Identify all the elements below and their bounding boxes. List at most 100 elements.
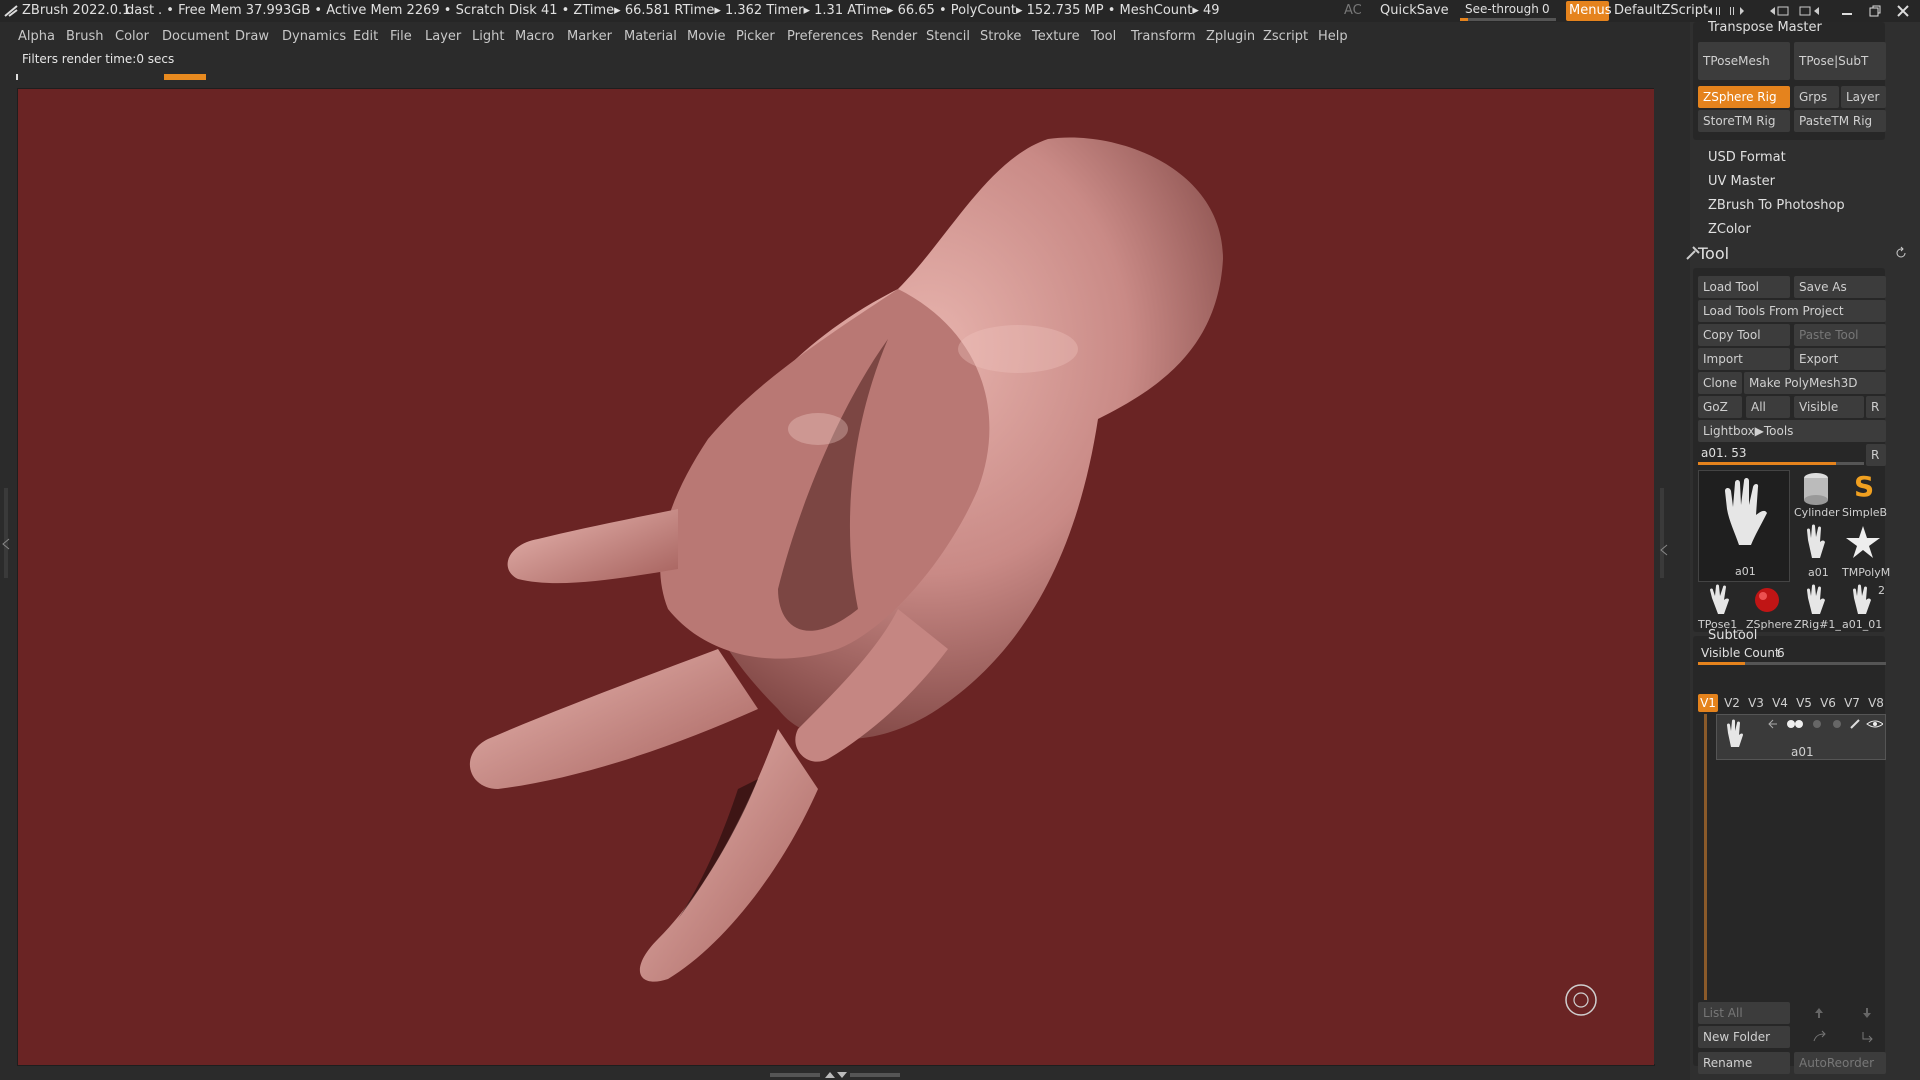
menu-zplugin[interactable]: Zplugin [1206,29,1255,44]
menu-movie[interactable]: Movie [687,29,725,44]
subtool-title[interactable]: Subtool [1708,628,1757,643]
layer-button[interactable]: Layer [1841,86,1886,108]
menu-file[interactable]: File [390,29,412,44]
plugin-uv-master[interactable]: UV Master [1708,174,1775,189]
menu-render[interactable]: Render [871,29,917,44]
tab-v1[interactable]: V1 [1698,694,1718,712]
menu-layer[interactable]: Layer [425,29,461,44]
left-expand-icon[interactable] [2,538,10,550]
tab-v7[interactable]: V7 [1842,694,1862,712]
autoreorder-button[interactable]: AutoReorder [1794,1052,1886,1074]
window-layout-icon[interactable] [1798,4,1822,18]
load-tool-button[interactable]: Load Tool [1698,276,1790,298]
menu-macro[interactable]: Macro [515,29,554,44]
save-as-button[interactable]: Save As [1794,276,1886,298]
thumb-tmpolymesh[interactable]: TMPolyM [1840,522,1890,582]
bottom-tray-handle[interactable] [770,1071,900,1078]
plugin-zcolor[interactable]: ZColor [1708,222,1751,237]
menu-edit[interactable]: Edit [353,29,378,44]
thumb-zrig[interactable]: ZRig#1_ [1794,584,1841,632]
menu-light[interactable]: Light [472,29,504,44]
tool-title[interactable]: Tool [1698,244,1729,263]
viewport-canvas[interactable] [17,88,1655,1066]
tposemesh-button[interactable]: TPoseMesh [1698,42,1790,80]
subtool-icons[interactable] [1767,717,1883,731]
tpose-subt-button[interactable]: TPose|SubT [1794,42,1886,80]
menus-toggle[interactable]: Menus [1566,1,1611,21]
thumb-simpleb[interactable]: S SimpleB [1840,470,1887,522]
move-down-icon[interactable] [1860,1006,1874,1020]
menu-alpha[interactable]: Alpha [18,29,55,44]
list-all-button[interactable]: List All [1698,1002,1790,1024]
menu-color[interactable]: Color [115,29,149,44]
arrow-left-icon[interactable] [1768,4,1792,18]
plugin-usd-format[interactable]: USD Format [1708,150,1786,165]
menu-zscript[interactable]: Zscript [1263,29,1308,44]
subtool-scrollbar[interactable] [1704,714,1707,1000]
move-up-icon[interactable] [1812,1006,1826,1020]
zsphere-rig-button[interactable]: ZSphere Rig [1698,86,1790,108]
default-zscript-button[interactable]: DefaultZScript [1614,3,1708,18]
plugin-zbrush-to-photoshop[interactable]: ZBrush To Photoshop [1708,198,1845,213]
tab-v3[interactable]: V3 [1746,694,1766,712]
close-icon[interactable] [1896,4,1910,18]
right-tray-handle[interactable] [1660,488,1664,578]
menu-transform[interactable]: Transform [1131,29,1196,44]
menu-dynamics[interactable]: Dynamics [282,29,346,44]
tab-v6[interactable]: V6 [1818,694,1838,712]
layout-arrows-icon[interactable] [1706,4,1750,18]
tab-v5[interactable]: V5 [1794,694,1814,712]
visible-count-slider[interactable]: Visible Count 6 [1698,644,1886,666]
import-button[interactable]: Import [1698,348,1790,370]
left-tray-handle[interactable] [4,488,8,578]
tool-slider[interactable]: a01. 53 [1698,444,1864,466]
minimize-icon[interactable] [1840,4,1854,18]
menu-picker[interactable]: Picker [736,29,775,44]
goz-r-button[interactable]: R [1866,396,1886,418]
goz-visible-button[interactable]: Visible [1794,396,1864,418]
menu-stroke[interactable]: Stroke [980,29,1021,44]
thumb-a01-main[interactable]: a01 [1698,470,1790,582]
menu-tool[interactable]: Tool [1091,29,1116,44]
thumb-a01-small[interactable]: a01 [1794,522,1838,582]
lightbox-tools-button[interactable]: Lightbox▶Tools [1698,420,1886,442]
menu-help[interactable]: Help [1318,29,1348,44]
quicksave-button[interactable]: QuickSave [1380,3,1449,18]
menu-document[interactable]: Document [162,29,229,44]
storetm-rig-button[interactable]: StoreTM Rig [1698,110,1790,132]
export-button[interactable]: Export [1794,348,1886,370]
floor-grid-icon[interactable] [1564,983,1598,1017]
folder-move-icon[interactable] [1812,1030,1828,1044]
subtool-item-a01[interactable]: a01 [1716,714,1886,760]
menu-texture[interactable]: Texture [1032,29,1080,44]
goz-all-button[interactable]: All [1746,396,1790,418]
reset-icon[interactable] [1894,246,1908,260]
tab-v2[interactable]: V2 [1722,694,1742,712]
tab-v8[interactable]: V8 [1866,694,1886,712]
menu-brush[interactable]: Brush [66,29,104,44]
paste-tool-button[interactable]: Paste Tool [1794,324,1886,346]
pastetm-rig-button[interactable]: PasteTM Rig [1794,110,1886,132]
new-folder-button[interactable]: New Folder [1698,1026,1790,1048]
thumb-cylinder[interactable]: Cylinder [1794,470,1840,522]
load-tools-from-project-button[interactable]: Load Tools From Project [1698,300,1886,322]
tool-slider-r-button[interactable]: R [1866,444,1886,466]
folder-out-icon[interactable] [1860,1030,1876,1044]
tab-v4[interactable]: V4 [1770,694,1790,712]
see-through-slider[interactable]: See-through 0 [1460,1,1556,21]
thumb-tpose1[interactable]: TPose1_ [1698,584,1743,632]
copy-tool-button[interactable]: Copy Tool [1698,324,1790,346]
maximize-icon[interactable] [1868,4,1882,18]
menu-draw[interactable]: Draw [235,29,269,44]
menu-stencil[interactable]: Stencil [926,29,970,44]
right-expand-icon[interactable] [1660,544,1668,556]
make-polymesh3d-button[interactable]: Make PolyMesh3D [1744,372,1886,394]
menu-marker[interactable]: Marker [567,29,612,44]
ac-button[interactable]: AC [1344,3,1362,18]
rename-button[interactable]: Rename [1698,1052,1790,1074]
grps-button[interactable]: Grps [1794,86,1839,108]
goz-button[interactable]: GoZ [1698,396,1742,418]
thumb-zsphere[interactable]: ZSphere [1744,584,1792,632]
menu-material[interactable]: Material [624,29,677,44]
clone-button[interactable]: Clone [1698,372,1742,394]
